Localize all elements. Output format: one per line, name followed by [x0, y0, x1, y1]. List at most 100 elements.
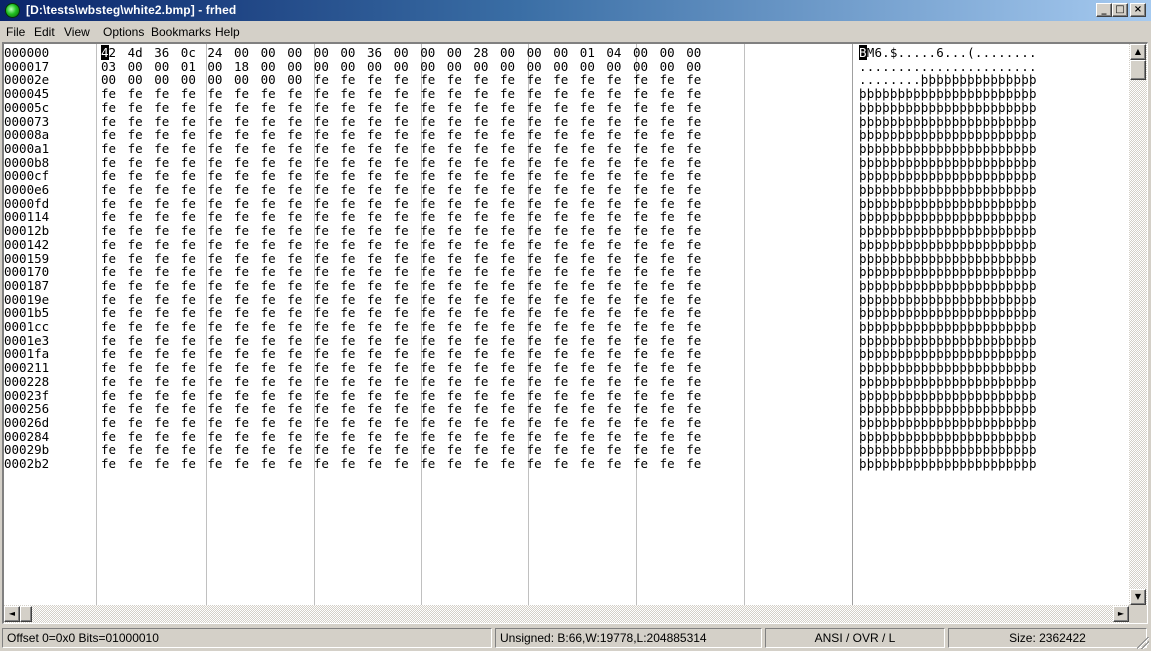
hex-byte[interactable]: fe	[527, 279, 547, 293]
hex-byte[interactable]: fe	[367, 100, 387, 115]
hex-byte[interactable]: fe	[181, 279, 201, 293]
hex-byte[interactable]: fe	[527, 320, 547, 334]
hex-byte[interactable]: fe	[660, 416, 680, 430]
scroll-left-button[interactable]: ◄	[4, 606, 20, 622]
hex-byte[interactable]: fe	[261, 279, 281, 293]
menu-view[interactable]: View	[64, 25, 90, 39]
hex-byte[interactable]: fe	[420, 224, 440, 238]
hex-byte[interactable]: fe	[154, 142, 174, 156]
hex-byte[interactable]: fe	[606, 361, 626, 375]
hex-byte[interactable]: fe	[234, 320, 254, 334]
hex-byte[interactable]: fe	[527, 374, 547, 389]
maximize-button[interactable]: □	[1112, 3, 1128, 17]
ascii-column[interactable]: þþþþþþþþþþþþþþþþþþþþþþþ	[859, 87, 1037, 101]
hex-byte[interactable]: fe	[314, 457, 334, 471]
hex-byte[interactable]: fe	[633, 142, 653, 156]
hex-byte[interactable]: fe	[394, 183, 414, 197]
vertical-scrollbar[interactable]: ▲ ▼	[1129, 44, 1147, 605]
hex-byte[interactable]: fe	[686, 237, 706, 252]
hex-byte[interactable]: fe	[420, 237, 440, 252]
hex-byte[interactable]: fe	[633, 374, 653, 389]
hex-byte[interactable]: fe	[606, 416, 626, 430]
hex-byte[interactable]: fe	[500, 416, 520, 430]
hex-byte[interactable]: fe	[287, 361, 307, 375]
hex-byte[interactable]: fe	[207, 100, 227, 115]
hex-byte[interactable]: fe	[340, 416, 360, 430]
hex-byte[interactable]: fe	[367, 457, 387, 471]
hex-byte[interactable]: fe	[234, 142, 254, 156]
ascii-column[interactable]: þþþþþþþþþþþþþþþþþþþþþþþ	[859, 237, 1037, 252]
hex-byte[interactable]: fe	[128, 183, 148, 197]
hex-byte[interactable]: fe	[128, 361, 148, 375]
hex-byte[interactable]: fe	[686, 224, 706, 238]
hex-byte[interactable]: fe	[500, 224, 520, 238]
hex-byte[interactable]: fe	[447, 237, 467, 252]
hex-byte[interactable]: 00	[394, 46, 414, 60]
hex-byte[interactable]: 00	[420, 46, 440, 60]
hex-byte[interactable]: 00	[660, 46, 680, 60]
hex-byte[interactable]: fe	[314, 142, 334, 156]
hex-byte[interactable]: fe	[633, 224, 653, 238]
hex-byte[interactable]: fe	[234, 87, 254, 101]
hex-byte[interactable]: fe	[447, 87, 467, 101]
hex-byte[interactable]: fe	[101, 237, 121, 252]
hex-byte[interactable]: fe	[473, 87, 493, 101]
hex-byte[interactable]: fe	[447, 320, 467, 334]
hex-byte[interactable]: fe	[181, 183, 201, 197]
resize-grip-icon[interactable]	[1137, 637, 1149, 649]
hex-byte[interactable]: 00	[340, 46, 360, 60]
hex-byte[interactable]: fe	[580, 100, 600, 115]
hex-byte[interactable]: fe	[128, 374, 148, 389]
hex-byte[interactable]: fe	[447, 100, 467, 115]
hex-byte[interactable]: fe	[367, 224, 387, 238]
hex-byte[interactable]: fe	[314, 320, 334, 334]
hex-byte[interactable]: fe	[154, 224, 174, 238]
hex-byte[interactable]: fe	[473, 361, 493, 375]
hex-byte[interactable]: fe	[606, 320, 626, 334]
hex-byte[interactable]: fe	[340, 361, 360, 375]
hex-byte[interactable]: fe	[500, 457, 520, 471]
hex-byte[interactable]: fe	[394, 361, 414, 375]
hex-byte[interactable]: fe	[287, 457, 307, 471]
hex-byte[interactable]: fe	[660, 320, 680, 334]
hex-byte[interactable]: fe	[287, 279, 307, 293]
hex-byte[interactable]: fe	[234, 224, 254, 238]
hex-byte[interactable]: fe	[340, 224, 360, 238]
minimize-button[interactable]: _	[1096, 3, 1112, 17]
hex-byte[interactable]: fe	[261, 361, 281, 375]
hex-byte[interactable]: fe	[234, 279, 254, 293]
hex-byte[interactable]: fe	[340, 142, 360, 156]
menu-file[interactable]: File	[6, 25, 25, 39]
hex-byte[interactable]: fe	[261, 457, 281, 471]
hex-byte[interactable]: fe	[633, 183, 653, 197]
hex-byte[interactable]: fe	[181, 374, 201, 389]
hex-byte[interactable]: fe	[500, 361, 520, 375]
hex-byte[interactable]: fe	[686, 279, 706, 293]
hex-byte[interactable]: fe	[660, 279, 680, 293]
hex-byte[interactable]: fe	[181, 416, 201, 430]
hex-byte[interactable]: fe	[181, 457, 201, 471]
hex-byte[interactable]: fe	[473, 320, 493, 334]
hex-byte[interactable]: fe	[234, 183, 254, 197]
hex-byte[interactable]: fe	[660, 361, 680, 375]
hex-byte[interactable]: fe	[314, 224, 334, 238]
close-button[interactable]: ×	[1130, 3, 1146, 17]
hex-byte[interactable]: fe	[154, 320, 174, 334]
hex-byte[interactable]: fe	[553, 279, 573, 293]
hex-byte[interactable]: 00	[633, 46, 653, 60]
hex-byte[interactable]: fe	[181, 237, 201, 252]
hex-byte[interactable]: 00	[553, 46, 573, 60]
hex-byte[interactable]: fe	[367, 237, 387, 252]
hex-byte[interactable]: fe	[314, 374, 334, 389]
hex-byte[interactable]: fe	[207, 224, 227, 238]
hex-byte[interactable]: 00	[686, 46, 706, 60]
hex-byte[interactable]: fe	[606, 237, 626, 252]
hex-byte[interactable]: fe	[234, 100, 254, 115]
hex-byte[interactable]: fe	[580, 416, 600, 430]
hex-byte[interactable]: fe	[580, 87, 600, 101]
hex-byte[interactable]: fe	[314, 237, 334, 252]
hex-byte[interactable]: fe	[367, 87, 387, 101]
hex-byte[interactable]: fe	[261, 224, 281, 238]
hex-byte[interactable]: fe	[287, 237, 307, 252]
hex-byte[interactable]: fe	[660, 237, 680, 252]
